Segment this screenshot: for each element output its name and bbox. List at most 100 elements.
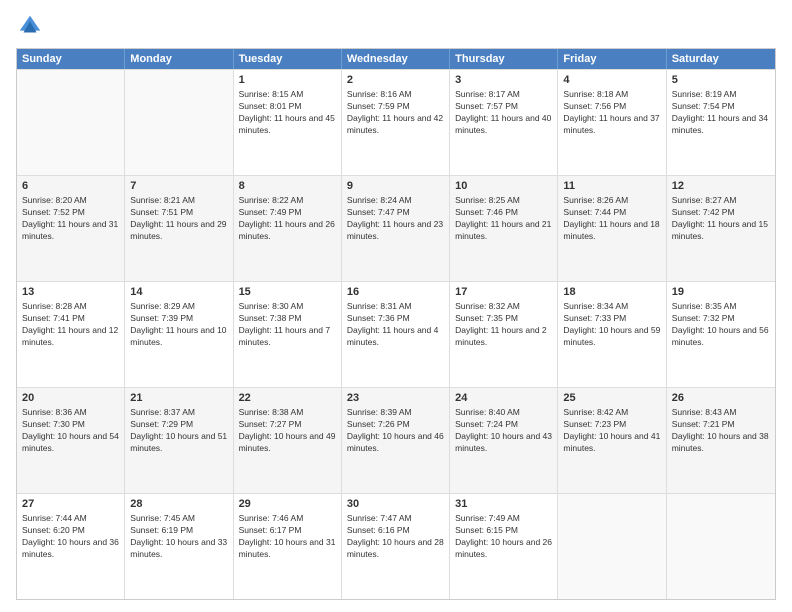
cal-row-2: 6Sunrise: 8:20 AMSunset: 7:52 PMDaylight… xyxy=(17,175,775,281)
day-info-4: Sunrise: 8:18 AMSunset: 7:56 PMDaylight:… xyxy=(563,89,660,137)
header-day-tuesday: Tuesday xyxy=(234,49,342,69)
cal-row-4: 20Sunrise: 8:36 AMSunset: 7:30 PMDayligh… xyxy=(17,387,775,493)
day-info-24: Sunrise: 8:40 AMSunset: 7:24 PMDaylight:… xyxy=(455,407,552,455)
cal-cell-day-13: 13Sunrise: 8:28 AMSunset: 7:41 PMDayligh… xyxy=(17,282,125,387)
day-info-20: Sunrise: 8:36 AMSunset: 7:30 PMDaylight:… xyxy=(22,407,119,455)
header-day-sunday: Sunday xyxy=(17,49,125,69)
cal-cell-empty-4-6 xyxy=(667,494,775,599)
day-number-5: 5 xyxy=(672,73,770,88)
day-number-4: 4 xyxy=(563,73,660,88)
cal-cell-empty-0-0 xyxy=(17,70,125,175)
cal-cell-day-10: 10Sunrise: 8:25 AMSunset: 7:46 PMDayligh… xyxy=(450,176,558,281)
day-info-13: Sunrise: 8:28 AMSunset: 7:41 PMDaylight:… xyxy=(22,301,119,349)
cal-row-5: 27Sunrise: 7:44 AMSunset: 6:20 PMDayligh… xyxy=(17,493,775,599)
day-info-2: Sunrise: 8:16 AMSunset: 7:59 PMDaylight:… xyxy=(347,89,444,137)
day-info-28: Sunrise: 7:45 AMSunset: 6:19 PMDaylight:… xyxy=(130,513,227,561)
cal-cell-day-29: 29Sunrise: 7:46 AMSunset: 6:17 PMDayligh… xyxy=(234,494,342,599)
cal-cell-day-22: 22Sunrise: 8:38 AMSunset: 7:27 PMDayligh… xyxy=(234,388,342,493)
day-number-22: 22 xyxy=(239,391,336,406)
day-number-19: 19 xyxy=(672,285,770,300)
day-number-31: 31 xyxy=(455,497,552,512)
day-number-30: 30 xyxy=(347,497,444,512)
day-info-17: Sunrise: 8:32 AMSunset: 7:35 PMDaylight:… xyxy=(455,301,552,349)
day-info-1: Sunrise: 8:15 AMSunset: 8:01 PMDaylight:… xyxy=(239,89,336,137)
day-info-14: Sunrise: 8:29 AMSunset: 7:39 PMDaylight:… xyxy=(130,301,227,349)
cal-row-1: 1Sunrise: 8:15 AMSunset: 8:01 PMDaylight… xyxy=(17,69,775,175)
day-info-15: Sunrise: 8:30 AMSunset: 7:38 PMDaylight:… xyxy=(239,301,336,349)
day-number-11: 11 xyxy=(563,179,660,194)
cal-cell-day-27: 27Sunrise: 7:44 AMSunset: 6:20 PMDayligh… xyxy=(17,494,125,599)
cal-cell-day-12: 12Sunrise: 8:27 AMSunset: 7:42 PMDayligh… xyxy=(667,176,775,281)
cal-cell-day-24: 24Sunrise: 8:40 AMSunset: 7:24 PMDayligh… xyxy=(450,388,558,493)
cal-cell-day-28: 28Sunrise: 7:45 AMSunset: 6:19 PMDayligh… xyxy=(125,494,233,599)
cal-cell-day-2: 2Sunrise: 8:16 AMSunset: 7:59 PMDaylight… xyxy=(342,70,450,175)
header-day-wednesday: Wednesday xyxy=(342,49,450,69)
cal-cell-day-9: 9Sunrise: 8:24 AMSunset: 7:47 PMDaylight… xyxy=(342,176,450,281)
day-info-16: Sunrise: 8:31 AMSunset: 7:36 PMDaylight:… xyxy=(347,301,444,349)
cal-cell-empty-0-1 xyxy=(125,70,233,175)
cal-cell-empty-4-5 xyxy=(558,494,666,599)
day-info-26: Sunrise: 8:43 AMSunset: 7:21 PMDaylight:… xyxy=(672,407,770,455)
cal-cell-day-8: 8Sunrise: 8:22 AMSunset: 7:49 PMDaylight… xyxy=(234,176,342,281)
header-day-thursday: Thursday xyxy=(450,49,558,69)
cal-cell-day-3: 3Sunrise: 8:17 AMSunset: 7:57 PMDaylight… xyxy=(450,70,558,175)
day-info-29: Sunrise: 7:46 AMSunset: 6:17 PMDaylight:… xyxy=(239,513,336,561)
day-info-7: Sunrise: 8:21 AMSunset: 7:51 PMDaylight:… xyxy=(130,195,227,243)
cal-cell-day-17: 17Sunrise: 8:32 AMSunset: 7:35 PMDayligh… xyxy=(450,282,558,387)
day-number-10: 10 xyxy=(455,179,552,194)
day-info-23: Sunrise: 8:39 AMSunset: 7:26 PMDaylight:… xyxy=(347,407,444,455)
day-number-25: 25 xyxy=(563,391,660,406)
cal-cell-day-23: 23Sunrise: 8:39 AMSunset: 7:26 PMDayligh… xyxy=(342,388,450,493)
calendar-body: 1Sunrise: 8:15 AMSunset: 8:01 PMDaylight… xyxy=(17,69,775,599)
cal-cell-day-21: 21Sunrise: 8:37 AMSunset: 7:29 PMDayligh… xyxy=(125,388,233,493)
day-info-25: Sunrise: 8:42 AMSunset: 7:23 PMDaylight:… xyxy=(563,407,660,455)
header xyxy=(16,12,776,40)
day-info-11: Sunrise: 8:26 AMSunset: 7:44 PMDaylight:… xyxy=(563,195,660,243)
day-info-10: Sunrise: 8:25 AMSunset: 7:46 PMDaylight:… xyxy=(455,195,552,243)
cal-cell-day-31: 31Sunrise: 7:49 AMSunset: 6:15 PMDayligh… xyxy=(450,494,558,599)
cal-cell-day-14: 14Sunrise: 8:29 AMSunset: 7:39 PMDayligh… xyxy=(125,282,233,387)
day-info-8: Sunrise: 8:22 AMSunset: 7:49 PMDaylight:… xyxy=(239,195,336,243)
day-number-2: 2 xyxy=(347,73,444,88)
day-number-6: 6 xyxy=(22,179,119,194)
day-info-3: Sunrise: 8:17 AMSunset: 7:57 PMDaylight:… xyxy=(455,89,552,137)
day-number-24: 24 xyxy=(455,391,552,406)
cal-cell-day-11: 11Sunrise: 8:26 AMSunset: 7:44 PMDayligh… xyxy=(558,176,666,281)
day-info-27: Sunrise: 7:44 AMSunset: 6:20 PMDaylight:… xyxy=(22,513,119,561)
cal-cell-day-1: 1Sunrise: 8:15 AMSunset: 8:01 PMDaylight… xyxy=(234,70,342,175)
header-day-friday: Friday xyxy=(558,49,666,69)
day-number-23: 23 xyxy=(347,391,444,406)
header-day-saturday: Saturday xyxy=(667,49,775,69)
logo xyxy=(16,12,48,40)
day-number-12: 12 xyxy=(672,179,770,194)
cal-cell-day-15: 15Sunrise: 8:30 AMSunset: 7:38 PMDayligh… xyxy=(234,282,342,387)
header-day-monday: Monday xyxy=(125,49,233,69)
day-info-22: Sunrise: 8:38 AMSunset: 7:27 PMDaylight:… xyxy=(239,407,336,455)
day-number-16: 16 xyxy=(347,285,444,300)
day-info-30: Sunrise: 7:47 AMSunset: 6:16 PMDaylight:… xyxy=(347,513,444,561)
day-number-14: 14 xyxy=(130,285,227,300)
day-info-21: Sunrise: 8:37 AMSunset: 7:29 PMDaylight:… xyxy=(130,407,227,455)
day-number-13: 13 xyxy=(22,285,119,300)
day-info-18: Sunrise: 8:34 AMSunset: 7:33 PMDaylight:… xyxy=(563,301,660,349)
cal-cell-day-19: 19Sunrise: 8:35 AMSunset: 7:32 PMDayligh… xyxy=(667,282,775,387)
day-info-9: Sunrise: 8:24 AMSunset: 7:47 PMDaylight:… xyxy=(347,195,444,243)
day-number-27: 27 xyxy=(22,497,119,512)
cal-cell-day-20: 20Sunrise: 8:36 AMSunset: 7:30 PMDayligh… xyxy=(17,388,125,493)
calendar-header-row: SundayMondayTuesdayWednesdayThursdayFrid… xyxy=(17,49,775,69)
day-number-9: 9 xyxy=(347,179,444,194)
cal-cell-day-25: 25Sunrise: 8:42 AMSunset: 7:23 PMDayligh… xyxy=(558,388,666,493)
day-number-17: 17 xyxy=(455,285,552,300)
day-number-18: 18 xyxy=(563,285,660,300)
day-number-8: 8 xyxy=(239,179,336,194)
page: SundayMondayTuesdayWednesdayThursdayFrid… xyxy=(0,0,792,612)
day-info-31: Sunrise: 7:49 AMSunset: 6:15 PMDaylight:… xyxy=(455,513,552,561)
cal-cell-day-26: 26Sunrise: 8:43 AMSunset: 7:21 PMDayligh… xyxy=(667,388,775,493)
day-info-19: Sunrise: 8:35 AMSunset: 7:32 PMDaylight:… xyxy=(672,301,770,349)
day-number-15: 15 xyxy=(239,285,336,300)
day-number-29: 29 xyxy=(239,497,336,512)
calendar: SundayMondayTuesdayWednesdayThursdayFrid… xyxy=(16,48,776,600)
cal-cell-day-5: 5Sunrise: 8:19 AMSunset: 7:54 PMDaylight… xyxy=(667,70,775,175)
day-info-6: Sunrise: 8:20 AMSunset: 7:52 PMDaylight:… xyxy=(22,195,119,243)
cal-cell-day-4: 4Sunrise: 8:18 AMSunset: 7:56 PMDaylight… xyxy=(558,70,666,175)
